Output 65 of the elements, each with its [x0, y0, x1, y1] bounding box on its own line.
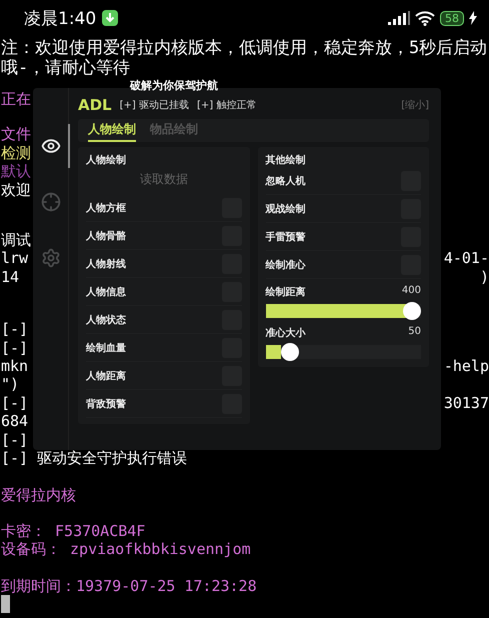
slider-track[interactable]: [266, 343, 421, 361]
tab[interactable]: 物品绘制: [150, 119, 198, 142]
terminal-text: [-]: [1, 338, 28, 358]
toggle-label: 人物距离: [86, 369, 126, 382]
terminal-text: 爱得拉内核: [1, 486, 76, 504]
logo-text: ADL: [78, 96, 112, 114]
terminal-text: lrw: [1, 249, 28, 268]
read-data-text: 读取数据: [140, 171, 188, 188]
download-icon: [102, 10, 118, 26]
terminal-text: 30137: [444, 394, 489, 412]
text-cursor: [1, 595, 10, 614]
terminal-text: [-]: [1, 320, 28, 339]
slider-track[interactable]: [266, 302, 421, 320]
card-title: 人物绘制: [86, 154, 127, 167]
terminal-text: 欢迎: [1, 180, 31, 200]
terminal-text: 正在: [1, 90, 31, 108]
slider-value: 50: [408, 326, 421, 339]
terminal-text: 检测: [1, 144, 31, 162]
terminal-text: 默认: [1, 162, 31, 181]
slider-value: 400: [402, 285, 421, 298]
terminal-text: [-]: [1, 394, 28, 412]
terminal-text: -help: [444, 357, 489, 376]
terminal-text: ): [480, 268, 489, 286]
terminal-text: 684: [1, 412, 28, 431]
wifi-icon: [415, 10, 435, 26]
toggle-label: 忽略人机: [266, 174, 306, 188]
charging-icon: [469, 11, 477, 25]
selection-indicator: [68, 124, 70, 168]
slider-label: 准心大小: [266, 326, 306, 340]
signal-icon: [388, 11, 410, 25]
toggle-label: 手雷预警: [266, 230, 306, 244]
toast-text: 破解为你保驾护航: [130, 79, 218, 92]
toggle-label: 绘制血量: [86, 342, 126, 354]
toggle-label: 人物状态: [86, 314, 126, 326]
status-text: [+] 驱动已挂载: [120, 98, 189, 112]
status-text: [+] 触控正常: [197, 98, 256, 112]
toggle-label: 人物射线: [86, 258, 126, 270]
toggle-label: 观战绘制: [266, 202, 306, 216]
terminal-text: [-] 驱动安全守护执行错误: [1, 449, 188, 468]
toggle-label: 绘制准心: [266, 258, 306, 272]
toggle-label: 人物方框: [86, 201, 126, 214]
tab[interactable]: 人物绘制: [88, 119, 136, 142]
toggle-label: 人物骨骼: [86, 230, 126, 242]
terminal-text: 文件: [1, 125, 31, 144]
terminal-text: "): [1, 375, 20, 394]
terminal-text: 到期时间：19379-07-25 17:23:28: [1, 576, 257, 596]
terminal-text: 调试: [1, 231, 31, 250]
settings-icon[interactable]: [40, 248, 60, 268]
terminal-text: 设备码： zpviaofkbbkisvennjom: [1, 540, 251, 559]
toggle-label: 背敌预警: [86, 398, 126, 410]
status-time: 凌晨1:40: [24, 8, 96, 30]
minimize-button[interactable]: [缩小]: [401, 98, 429, 112]
battery-level: 58: [440, 10, 464, 26]
terminal-text: 注：欢迎使用爱得拉内核版本，低调使用，稳定奔放，5秒后启动哦-，请耐心等待: [1, 38, 488, 78]
crosshair-icon[interactable]: [40, 192, 60, 212]
terminal-text: mkn: [1, 357, 28, 376]
slider-thumb[interactable]: [403, 302, 421, 320]
card-title: 其他绘制: [266, 154, 306, 167]
terminal-text: [-]: [1, 430, 28, 450]
toggle-label: 人物信息: [86, 286, 126, 298]
slider-label: 绘制距离: [266, 285, 306, 299]
terminal-text: 14: [1, 268, 20, 286]
terminal-text: 卡密： F5370ACB4F: [1, 522, 146, 540]
slider-thumb[interactable]: [281, 343, 300, 361]
terminal-text: 4-01-: [444, 249, 489, 268]
